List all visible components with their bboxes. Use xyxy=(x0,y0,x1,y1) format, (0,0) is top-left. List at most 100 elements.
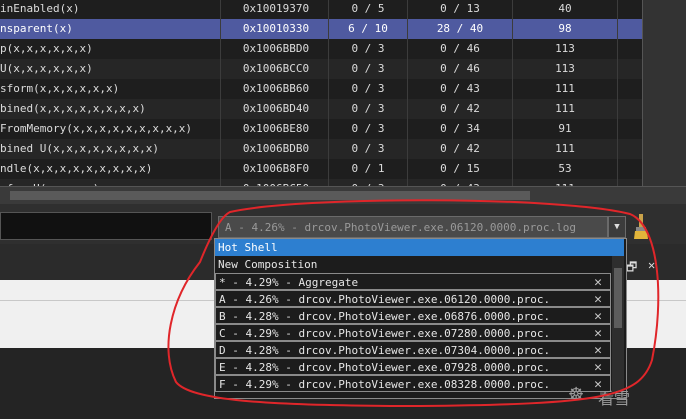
blocks-cell: 0 / 3 xyxy=(329,119,408,139)
close-icon[interactable]: ✕ xyxy=(592,308,604,323)
close-icon[interactable]: ✕ xyxy=(592,325,604,340)
table-row[interactable]: sformU(x,x,x,x)0x1006BC500 / 30 / 43111 xyxy=(0,179,642,186)
dropdown-item-label: D - 4.28% - drcov.PhotoViewer.exe.07304.… xyxy=(219,344,551,357)
dropdown-item[interactable]: E - 4.28% - drcov.PhotoViewer.exe.07928.… xyxy=(215,358,611,375)
size-cell: 53 xyxy=(513,159,618,179)
instructions-cell: 0 / 15 xyxy=(408,159,513,179)
table-row[interactable]: sform(x,x,x,x,x,x) 0x1006BB60 0 / 30 / 43 1… xyxy=(0,79,642,99)
dropdown-item-label: New Composition xyxy=(218,258,318,271)
size-cell: 111 xyxy=(513,99,618,119)
brush-icon[interactable] xyxy=(630,212,652,240)
table-vertical-scrollbar[interactable] xyxy=(642,0,686,186)
dropdown-item[interactable]: New Composition xyxy=(215,256,611,273)
dropdown-item-label: Hot Shell xyxy=(218,241,278,254)
instructions-cell: 0 / 43 xyxy=(408,79,513,99)
address-cell: 0x1006BB60 xyxy=(224,79,329,99)
blocks-cell: 0 / 5 xyxy=(329,0,408,19)
address-cell: 0x10019370 xyxy=(224,0,329,19)
instructions-cell: 0 / 42 xyxy=(408,139,513,159)
table-row[interactable]: inEnabled(x) 0x10019370 0 / 50 / 13 40 xyxy=(0,0,642,19)
dropdown-item[interactable]: A - 4.26% - drcov.PhotoViewer.exe.06120.… xyxy=(215,290,611,307)
instructions-cell: 0 / 34 xyxy=(408,119,513,139)
blocks-cell: 0 / 3 xyxy=(329,59,408,79)
size-cell: 91 xyxy=(513,119,618,139)
function-name-cell: inEnabled(x) xyxy=(0,0,221,19)
dropdown-item-label: C - 4.29% - drcov.PhotoViewer.exe.07280.… xyxy=(219,327,551,340)
blocks-cell: 0 / 3 xyxy=(329,99,408,119)
dropdown-item-label: A - 4.26% - drcov.PhotoViewer.exe.06120.… xyxy=(219,293,551,306)
close-icon[interactable]: ✕ xyxy=(648,258,655,272)
dropdown-item-label: E - 4.28% - drcov.PhotoViewer.exe.07928.… xyxy=(219,361,551,374)
blocks-cell: 0 / 3 xyxy=(329,79,408,99)
dropdown-item-label: F - 4.29% - drcov.PhotoViewer.exe.08328.… xyxy=(219,378,551,391)
restore-icon[interactable]: 🗗 xyxy=(626,258,637,279)
dropdown-item[interactable]: B - 4.28% - drcov.PhotoViewer.exe.06876.… xyxy=(215,307,611,324)
blocks-cell: 0 / 3 xyxy=(329,39,408,59)
function-name-cell: nsparent(x) xyxy=(0,19,221,39)
close-icon[interactable]: ✕ xyxy=(592,291,604,306)
table-row[interactable]: ndle(x,x,x,x,x,x,x,x,x) 0x1006B8F0 0 / 10 … xyxy=(0,159,642,179)
horizontal-scroll-thumb[interactable] xyxy=(10,191,530,200)
instructions-cell: 0 / 46 xyxy=(408,59,513,79)
dropdown-item-label: B - 4.28% - drcov.PhotoViewer.exe.06876.… xyxy=(219,310,551,323)
address-cell: 0x1006BC50 xyxy=(224,179,329,186)
address-cell: 0x1006BE80 xyxy=(224,119,329,139)
close-icon[interactable]: ✕ xyxy=(592,274,604,289)
function-name-cell: U(x,x,x,x,x,x) xyxy=(0,59,221,79)
address-cell: 0x1006BBD0 xyxy=(224,39,329,59)
table-row[interactable]: bined(x,x,x,x,x,x,x,x) 0x1006BD40 0 / 30 /… xyxy=(0,99,642,119)
dropdown-item-label: * - 4.29% - Aggregate xyxy=(219,276,359,289)
function-name-cell: sform(x,x,x,x,x,x) xyxy=(0,79,221,99)
dropdown-item[interactable]: * - 4.29% - Aggregate ✕ xyxy=(215,273,611,290)
close-icon[interactable]: ✕ xyxy=(592,342,604,357)
dropdown-scroll-thumb[interactable] xyxy=(614,268,622,328)
instructions-cell: 0 / 42 xyxy=(408,99,513,119)
function-name-cell: FromMemory(x,x,x,x,x,x,x,x,x) xyxy=(0,119,221,139)
pane-controls: 🗗 ✕ xyxy=(622,258,686,276)
size-cell: 113 xyxy=(513,59,618,79)
shell-input[interactable] xyxy=(0,212,212,240)
blocks-cell: 6 / 10 xyxy=(329,19,408,39)
coverage-combobox[interactable]: A - 4.26% - drcov.PhotoViewer.exe.06120.… xyxy=(218,216,608,238)
address-cell: 0x1006BDB0 xyxy=(224,139,329,159)
table-horizontal-scrollbar[interactable] xyxy=(0,186,686,205)
blocks-cell: 0 / 1 xyxy=(329,159,408,179)
function-name-cell: sformU(x,x,x,x) xyxy=(0,179,221,186)
instructions-cell: 0 / 46 xyxy=(408,39,513,59)
chevron-down-icon[interactable]: ▼ xyxy=(608,216,626,238)
size-cell: 111 xyxy=(513,79,618,99)
watermark: ☸ 看雪 xyxy=(568,380,678,410)
size-cell: 40 xyxy=(513,0,618,19)
address-cell: 0x10010330 xyxy=(224,19,329,39)
function-name-cell: bined(x,x,x,x,x,x,x,x) xyxy=(0,99,221,119)
watermark-logo-icon: ☸ xyxy=(568,384,585,405)
instructions-cell: 28 / 40 xyxy=(408,19,513,39)
dropdown-item[interactable]: F - 4.29% - drcov.PhotoViewer.exe.08328.… xyxy=(215,375,611,392)
address-cell: 0x1006BD40 xyxy=(224,99,329,119)
address-cell: 0x1006B8F0 xyxy=(224,159,329,179)
table-row[interactable]: bined U(x,x,x,x,x,x,x,x) 0x1006BDB0 0 / 30… xyxy=(0,139,642,159)
dropdown-item[interactable]: Hot Shell xyxy=(215,239,624,256)
function-name-cell: bined U(x,x,x,x,x,x,x,x) xyxy=(0,139,221,159)
blocks-cell: 0 / 3 xyxy=(329,179,408,186)
dropdown-item[interactable]: D - 4.28% - drcov.PhotoViewer.exe.07304.… xyxy=(215,341,611,358)
table-row[interactable]: U(x,x,x,x,x,x) 0x1006BCC0 0 / 30 / 46 113 xyxy=(0,59,642,79)
instructions-cell: 0 / 43 xyxy=(408,179,513,186)
table-row[interactable]: p(x,x,x,x,x,x) 0x1006BBD0 0 / 30 / 46 113 xyxy=(0,39,642,59)
composition-dropdown[interactable]: Hot Shell New Composition * - 4.29% - Aggr… xyxy=(214,238,627,399)
dropdown-scrollbar[interactable] xyxy=(612,256,624,396)
size-cell: 111 xyxy=(513,179,618,186)
table-row[interactable]: FromMemory(x,x,x,x,x,x,x,x,x) 0x1006BE80 0… xyxy=(0,119,642,139)
close-icon[interactable]: ✕ xyxy=(592,359,604,374)
size-cell: 98 xyxy=(513,19,618,39)
size-cell: 113 xyxy=(513,39,618,59)
dropdown-item[interactable]: C - 4.29% - drcov.PhotoViewer.exe.07280.… xyxy=(215,324,611,341)
address-cell: 0x1006BCC0 xyxy=(224,59,329,79)
function-name-cell: ndle(x,x,x,x,x,x,x,x,x) xyxy=(0,159,221,179)
watermark-text: 看雪 xyxy=(598,389,631,408)
blocks-cell: 0 / 3 xyxy=(329,139,408,159)
instructions-cell: 0 / 13 xyxy=(408,0,513,19)
function-name-cell: p(x,x,x,x,x,x) xyxy=(0,39,221,59)
coverage-table: inEnabled(x) 0x10019370 0 / 50 / 13 40 nspar… xyxy=(0,0,642,186)
table-row[interactable]: nsparent(x) 0x10010330 6 / 10 28 / 40 98 xyxy=(0,19,642,39)
